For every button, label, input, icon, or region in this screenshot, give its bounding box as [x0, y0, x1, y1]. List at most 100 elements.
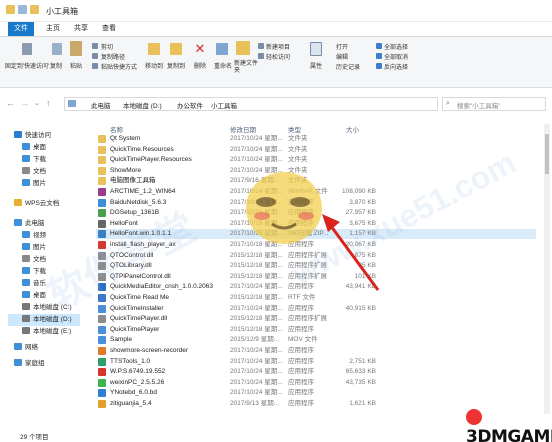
- file-icon: [98, 368, 106, 377]
- file-name: showmore-screen-recorder: [110, 347, 189, 354]
- nav-item[interactable]: WPS云文档: [14, 198, 59, 210]
- file-row[interactable]: QuickTimePlayer.dll 2015/12/18 星期... 应用程序扩…: [96, 314, 536, 324]
- breadcrumb-drive-d[interactable]: 本地磁盘 (D:): [123, 100, 162, 110]
- column-size[interactable]: 大小: [346, 124, 359, 134]
- file-row[interactable]: QuickTime.Resources 2017/10/24 星期... 文件夹: [96, 145, 536, 155]
- nav-item[interactable]: 此电脑: [14, 218, 45, 230]
- select-none-icon: [376, 53, 382, 59]
- file-date: 2017/10/24 星期...: [230, 389, 283, 397]
- nav-item[interactable]: 网络: [14, 342, 38, 354]
- breadcrumb-office[interactable]: 办公软件: [177, 100, 203, 110]
- file-date: 2015/12/18 星期...: [230, 315, 283, 323]
- copy-button[interactable]: 复制: [50, 61, 62, 70]
- copy-path-button[interactable]: 复制路径: [101, 52, 125, 61]
- properties-quick-icon[interactable]: [18, 5, 27, 14]
- nav-item[interactable]: 视频: [22, 230, 46, 242]
- file-date: 2017/10/24 星期...: [230, 135, 283, 142]
- file-date: 2015/12/18 星期...: [230, 325, 283, 333]
- forward-icon[interactable]: →: [20, 98, 29, 108]
- edit-button[interactable]: 编辑: [336, 52, 348, 61]
- file-row[interactable]: Sample 2015/12/9 星期... MOV 文件: [96, 335, 536, 345]
- history-button[interactable]: 历史记录: [336, 62, 360, 71]
- open-button[interactable]: 打开: [336, 42, 348, 51]
- file-type: 应用程序: [288, 347, 314, 354]
- file-type: 应用程序: [288, 325, 314, 333]
- file-row[interactable]: weixinPC_2.5.5.26 2017/10/24 星期... 应用程序 43,…: [96, 378, 536, 388]
- nav-item[interactable]: 图片: [22, 178, 46, 190]
- tab-file[interactable]: 文件: [8, 22, 34, 36]
- paste-button[interactable]: 粘贴: [70, 61, 82, 70]
- nav-item[interactable]: 本地磁盘 (E:): [22, 326, 71, 338]
- select-none-button[interactable]: 全部取消: [384, 52, 408, 61]
- file-icon: [98, 400, 106, 408]
- file-type: 应用程序: [288, 304, 314, 312]
- nav-item[interactable]: 文档: [22, 254, 46, 266]
- file-row[interactable]: QuickTime Read Me 2015/12/18 星期... RTF 文件: [96, 293, 536, 303]
- breadcrumb-this-pc[interactable]: 此电脑: [91, 100, 111, 110]
- search-box[interactable]: ⌕ 搜索"小工具箱": [442, 97, 546, 111]
- file-row[interactable]: TTSTools_1.0 2017/10/24 星期... 应用程序 2,751 KB: [96, 357, 536, 367]
- file-row[interactable]: QuickTimeInstaller 2017/10/24 星期... 应用程序 40…: [96, 304, 536, 314]
- select-all-button[interactable]: 全部选择: [384, 42, 408, 51]
- title-bar: 小工具箱: [0, 0, 552, 22]
- recent-dropdown-icon[interactable]: ⌄: [34, 99, 40, 107]
- invert-selection-button[interactable]: 反向选择: [384, 62, 408, 71]
- copy-icon: [52, 43, 62, 55]
- back-icon[interactable]: ←: [6, 98, 15, 108]
- file-date: 2015/12/9 星期...: [230, 336, 280, 344]
- file-row[interactable]: QuickTimePlayer 2015/12/18 星期... 应用程序: [96, 325, 536, 335]
- picture-icon: [22, 179, 30, 186]
- file-type: 应用程序: [288, 368, 314, 376]
- properties-button[interactable]: 属性: [310, 61, 322, 70]
- new-folder-quick-icon[interactable]: [30, 5, 39, 14]
- nav-item[interactable]: 图片: [22, 242, 46, 254]
- nav-item[interactable]: 下载: [22, 154, 46, 166]
- scrollbar-thumb[interactable]: [545, 134, 549, 174]
- computer-icon: [68, 100, 76, 107]
- nav-item[interactable]: 桌面: [22, 290, 46, 302]
- file-row[interactable]: showmore-screen-recorder 2017/10/24 星期...…: [96, 346, 536, 356]
- rename-button[interactable]: 重命名: [214, 61, 232, 70]
- invert-selection-icon: [376, 63, 382, 69]
- column-name[interactable]: 名称: [110, 124, 123, 134]
- up-icon[interactable]: ↑: [46, 98, 51, 108]
- tab-share[interactable]: 共享: [68, 22, 94, 36]
- document-icon: [22, 167, 30, 174]
- file-row[interactable]: W.P.S.6749.19.552 2017/10/24 星期... 应用程序 65,…: [96, 367, 536, 377]
- address-bar[interactable]: 此电脑 本地磁盘 (D:) 办公软件 小工具箱: [64, 97, 438, 111]
- file-type: RTF 文件: [288, 294, 316, 301]
- file-icon: [98, 378, 106, 387]
- new-folder-button[interactable]: 新建文件夹: [234, 61, 258, 75]
- paste-shortcut-button[interactable]: 粘贴快捷方式: [101, 62, 137, 71]
- cut-button[interactable]: 剪切: [101, 42, 113, 51]
- tab-home[interactable]: 主页: [40, 22, 66, 36]
- copy-to-button[interactable]: 复制到: [167, 61, 185, 70]
- breadcrumb-toolbox[interactable]: 小工具箱: [211, 100, 237, 110]
- file-icon: [98, 198, 106, 207]
- window-title: 小工具箱: [46, 7, 78, 16]
- nav-item[interactable]: 文档: [22, 166, 46, 178]
- nav-item-label: 视频: [33, 232, 46, 239]
- move-to-button[interactable]: 移动到: [145, 61, 163, 70]
- column-type[interactable]: 类型: [288, 124, 301, 134]
- new-item-button[interactable]: 新建项目: [266, 42, 290, 51]
- easy-access-button[interactable]: 轻松访问: [266, 52, 290, 61]
- cloud-icon: [14, 199, 22, 206]
- rename-icon: [216, 43, 228, 55]
- column-date[interactable]: 修改日期: [230, 124, 256, 134]
- nav-item[interactable]: 桌面: [22, 142, 46, 154]
- music-icon: [22, 279, 30, 286]
- file-row[interactable]: YNotebd_6.0.bd 2017/10/24 星期... 应用程序: [96, 388, 536, 398]
- delete-button[interactable]: 删除: [194, 61, 206, 70]
- delete-icon: ✕: [194, 41, 206, 56]
- nav-item[interactable]: 快速访问: [14, 130, 51, 142]
- file-date: 2017/10/24 星期...: [230, 145, 283, 153]
- file-type: 文件夹: [288, 145, 308, 153]
- file-row[interactable]: Qt System 2017/10/24 星期... 文件夹: [96, 134, 536, 144]
- pin-quick-access-button[interactable]: 固定到'快速访问': [4, 61, 50, 70]
- drive-icon: [22, 327, 30, 334]
- nav-item[interactable]: 家庭组: [14, 358, 45, 370]
- nav-item-label: 桌面: [33, 144, 46, 151]
- file-size: 3,870 KB: [349, 198, 376, 206]
- tab-view[interactable]: 查看: [96, 22, 122, 36]
